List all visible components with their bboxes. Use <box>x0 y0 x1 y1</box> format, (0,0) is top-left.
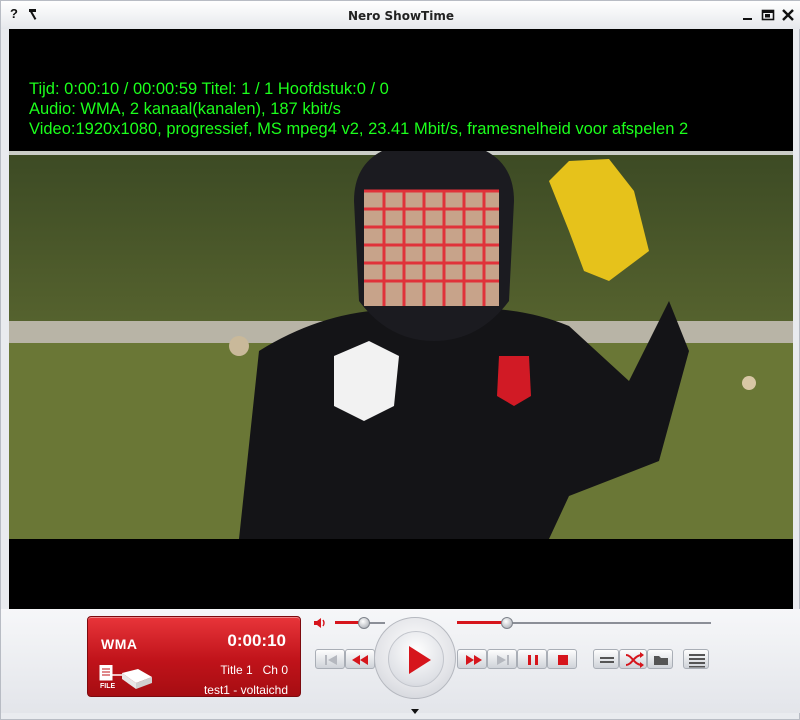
next-button[interactable] <box>487 649 517 669</box>
info-display[interactable]: WMA 0:00:10 Title 1 Ch 0 test1 - voltaic… <box>87 616 301 697</box>
volume-slider[interactable] <box>335 617 385 629</box>
stop-icon <box>558 655 568 665</box>
file-badge: FILE <box>100 683 116 690</box>
pause-icon <box>528 655 538 665</box>
open-folder-button[interactable] <box>647 649 673 669</box>
previous-button[interactable] <box>315 649 345 669</box>
restore-icon[interactable] <box>761 8 775 22</box>
chapter-label: Ch 0 <box>262 663 288 677</box>
audio-format-label: WMA <box>101 636 138 652</box>
fast-forward-icon <box>466 655 482 665</box>
minimize-icon[interactable] <box>741 8 755 22</box>
rewind-icon <box>352 655 368 665</box>
list-icon <box>600 657 614 663</box>
window-title: Nero ShowTime <box>348 9 454 23</box>
shuffle-button[interactable] <box>619 649 647 669</box>
rewind-button[interactable] <box>345 649 375 669</box>
osd-video-line: Video:1920x1080, progressief, MS mpeg4 v… <box>29 120 689 138</box>
play-button[interactable] <box>374 617 456 699</box>
playlist-button[interactable] <box>683 649 709 669</box>
folder-icon <box>654 656 668 665</box>
video-frame <box>9 151 793 539</box>
elapsed-time: 0:00:10 <box>227 631 286 650</box>
osd-time-line: Tijd: 0:00:10 / 00:00:59 Titel: 1 / 1 Ho… <box>29 80 389 98</box>
volume-knob[interactable] <box>357 617 370 629</box>
pause-button[interactable] <box>517 649 547 669</box>
window-controls <box>741 8 795 22</box>
player-window: ? Nero ShowTime Tijd: 0:00:10 / 00:00:59… <box>0 0 800 720</box>
stop-button[interactable] <box>547 649 577 669</box>
playlist-icon <box>689 654 705 668</box>
chapters-button[interactable] <box>593 649 619 669</box>
previous-icon <box>325 655 337 665</box>
close-icon[interactable] <box>781 8 795 22</box>
title-chapter-info: Title 1 Ch 0 <box>220 663 288 677</box>
file-name: test1 - voltaichd <box>203 683 288 697</box>
title-bar: ? Nero ShowTime <box>1 1 800 29</box>
position-slider[interactable] <box>457 617 711 629</box>
title-label: Title 1 <box>220 663 253 677</box>
control-panel: WMA 0:00:10 Title 1 Ch 0 test1 - voltaic… <box>1 609 800 713</box>
next-icon <box>497 655 509 665</box>
position-fill <box>457 621 507 624</box>
shuffle-icon <box>625 652 644 668</box>
play-button-face <box>388 631 444 687</box>
osd-audio-line: Audio: WMA, 2 kanaal(kanalen), 187 kbit/… <box>29 100 341 118</box>
fast-forward-button[interactable] <box>457 649 487 669</box>
position-knob[interactable] <box>500 617 513 629</box>
speaker-icon[interactable] <box>313 616 329 630</box>
expand-panel-icon[interactable] <box>411 709 419 714</box>
file-source-icon: FILE <box>98 664 156 693</box>
play-icon <box>409 646 431 674</box>
osd-info-overlay: Tijd: 0:00:10 / 00:00:59 Titel: 1 / 1 Ho… <box>29 79 688 139</box>
video-area[interactable]: Tijd: 0:00:10 / 00:00:59 Titel: 1 / 1 Ho… <box>9 29 793 609</box>
